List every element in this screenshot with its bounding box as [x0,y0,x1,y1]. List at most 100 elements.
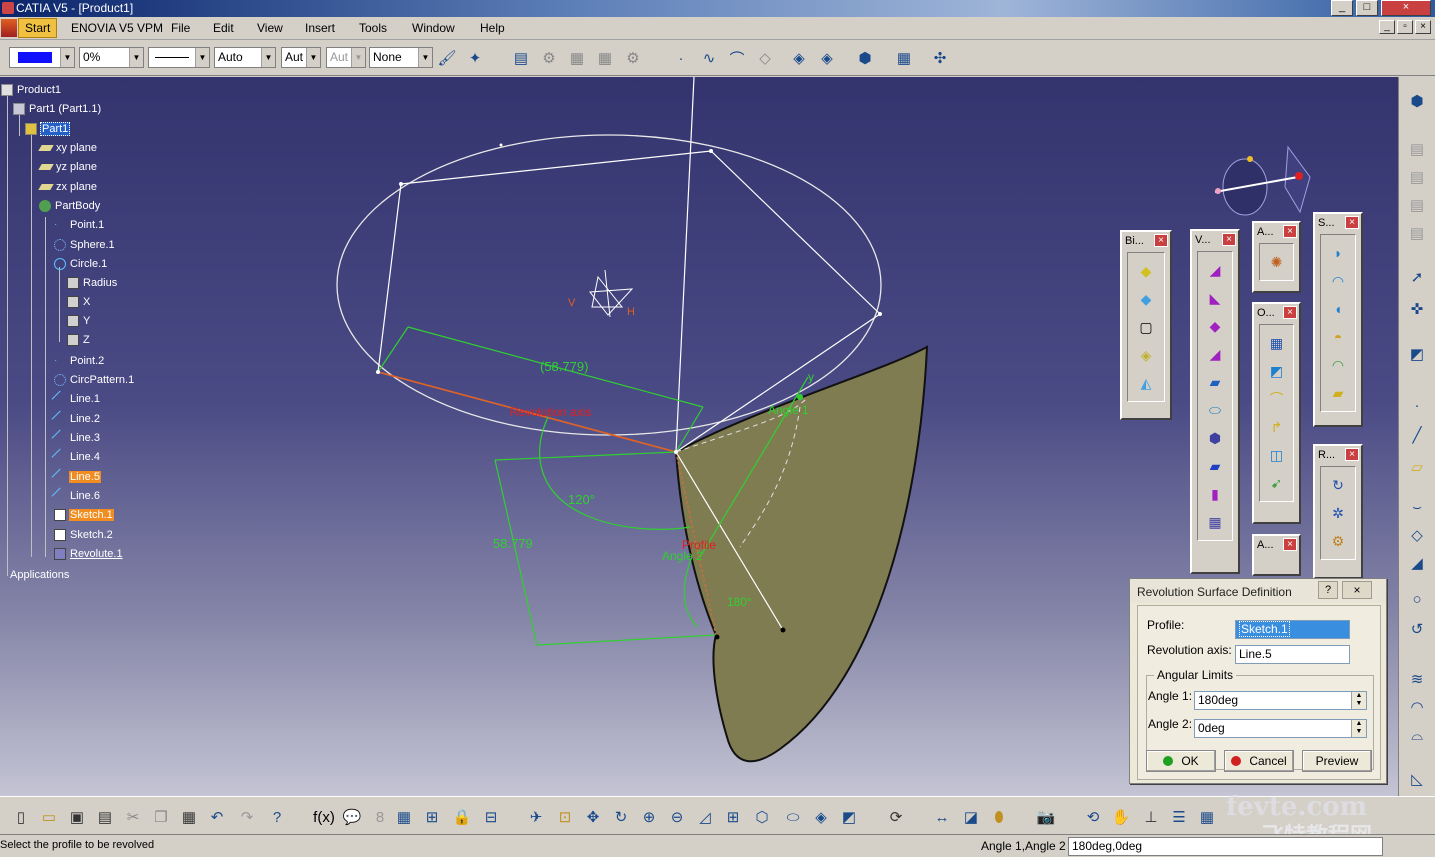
profile-field[interactable]: Sketch.1 [1235,620,1350,639]
compass-icon[interactable] [1214,145,1311,216]
rotate-icon[interactable]: ↻ [610,806,632,828]
floatbar-bi[interactable]: Bi... × ◆ ◆ ▢ ◈ ◭ [1120,230,1172,420]
spiral-icon[interactable]: ↺ [1405,617,1429,641]
swap-space-icon[interactable]: ◩ [838,806,860,828]
analysis-icon-2[interactable]: ◈ [816,47,838,69]
grid-icon[interactable]: ▦ [893,47,915,69]
volume-icon-7[interactable]: ⬢ [1203,425,1227,451]
graph-icon[interactable]: ⊞ [421,806,443,828]
menu-insert[interactable]: Insert [305,21,335,35]
lock-icon[interactable]: 🔒 [451,806,473,828]
duplicate-icon[interactable]: ⚙ [1326,528,1350,554]
point-2[interactable] [780,627,786,633]
knowledge-icon[interactable]: 8 [369,806,391,828]
surface-icon[interactable]: ◆ [1134,286,1158,312]
close-icon[interactable]: × [1345,216,1359,229]
sweep-icon[interactable]: ⌒ [726,47,748,69]
tree-xy-plane[interactable]: xy plane [38,142,98,154]
split-icon[interactable]: ◩ [1265,358,1289,384]
volume-icon-9[interactable]: ▮ [1203,481,1227,507]
floatbar-s[interactable]: S... × ◗ ◠ ◖ ◓ ◠ ▰ [1313,212,1363,427]
close-icon[interactable]: × [1283,306,1297,319]
menu-enovia[interactable]: ENOVIA V5 VPM [71,21,163,35]
box-icon[interactable]: ▢ [1134,314,1158,340]
volume-icon-4[interactable]: ◢ [1203,341,1227,367]
catalog-browser-icon[interactable]: ⊟ [480,806,502,828]
painter-icon[interactable]: 🖌 [436,47,458,69]
floatbar-v[interactable]: V... × ◢ ◣ ◆ ◢ ▰ ⬭ ⬢ ▰ ▮ ▦ [1190,229,1240,574]
volume-icon-2[interactable]: ◣ [1203,285,1227,311]
circle-tool-icon[interactable]: ○ [1405,587,1429,611]
redo-icon[interactable]: ↷ [236,806,258,828]
workbench-icon[interactable]: ⬢ [1405,89,1429,113]
eraser-icon[interactable]: ◇ [754,47,776,69]
cut-icon[interactable]: ✂ [122,806,144,828]
angle2-field[interactable]: 0deg ▲ ▼ [1194,719,1367,738]
print-icon[interactable]: ▤ [94,806,116,828]
layer-combo[interactable]: None ▼ [369,47,433,68]
floatbar-r[interactable]: R... × ↻ ✲ ⚙ [1313,444,1363,579]
offset-icon[interactable]: ▰ [1326,380,1350,406]
mdi-close-button[interactable]: × [1415,20,1431,34]
tree-circle-1[interactable]: Circle.1 [54,258,108,270]
tree-partbody[interactable]: PartBody [39,200,101,212]
spline-icon[interactable]: ∿ [698,47,720,69]
zoom-in-icon[interactable]: ⊕ [638,806,660,828]
close-icon[interactable]: × [1222,233,1236,246]
tool-icon-4[interactable]: ▤ [1405,221,1429,245]
angle-handle-point[interactable] [797,394,803,400]
tree-line-6[interactable]: Line.6 [51,487,101,505]
close-icon[interactable]: × [1283,225,1297,238]
tree-expand-icon[interactable]: ☰ [1168,806,1190,828]
close-icon[interactable]: × [1345,448,1359,461]
extrude-surface-icon[interactable]: ◗ [1326,240,1350,266]
tree-revolute-1[interactable]: Revolute.1 [54,548,124,560]
law-icon[interactable]: ◺ [1405,767,1429,791]
operations-icon[interactable]: ▦ [1265,330,1289,356]
extrapolate-icon[interactable]: ➹ [1265,470,1289,496]
profile-end-point[interactable] [714,634,720,640]
floatbar-a2[interactable]: A... × [1252,534,1301,576]
color-combo[interactable]: ▼ [9,47,75,68]
measure-between-icon[interactable]: ↔ [931,806,953,828]
repeat-icon[interactable]: ↻ [1326,472,1350,498]
axis-system-icon[interactable]: ⊥ [1140,806,1162,828]
render-style-combo[interactable]: Aut ▼ [326,47,366,68]
tree-z[interactable]: Z [67,334,91,346]
menu-tools[interactable]: Tools [359,21,387,35]
close-icon[interactable]: × [1154,234,1168,247]
wireframe-icon[interactable]: ◆ [1134,258,1158,284]
tree-sketch-1[interactable]: Sketch.1 [54,509,114,521]
hide-show-icon[interactable]: ◈ [810,806,832,828]
copy-icon[interactable]: ❐ [150,806,172,828]
tree-radius[interactable]: Radius [67,277,118,289]
cancel-button[interactable]: Cancel [1224,750,1294,772]
line-vertical[interactable] [675,77,695,453]
maximize-button[interactable]: □ [1356,0,1378,16]
dialog-close-button[interactable]: × [1342,581,1372,599]
save-icon[interactable]: ▣ [66,806,88,828]
line-thickness-combo[interactable]: ▼ [148,47,210,68]
pan-icon[interactable]: ✥ [582,806,604,828]
snap-point-icon[interactable]: ✜ [1405,297,1429,321]
point-icon[interactable]: · [670,47,692,69]
part-design-icon[interactable]: ⚙ [538,47,560,69]
linetype-combo[interactable]: Auto ▼ [214,47,276,68]
angle-1-handle-label[interactable]: Angle 1 [768,403,809,417]
comment-icon[interactable]: 💬 [341,806,363,828]
angle1-spinner[interactable]: ▲ ▼ [1351,692,1366,709]
iso-view-icon[interactable]: ⬡ [751,806,773,828]
helix-icon[interactable]: ≋ [1405,667,1429,691]
revolution-axis-field[interactable]: Line.5 [1235,645,1350,664]
surface-tool-icon[interactable]: ◠ [1405,695,1429,719]
tree-line-5[interactable]: Line.5 [51,468,101,486]
preview-button[interactable]: Preview [1302,750,1372,772]
tree-point-1[interactable]: · Point.1 [54,219,105,231]
shading-icon[interactable]: ⬭ [782,806,804,828]
analysis-icon[interactable]: ✺ [1265,249,1289,275]
close-icon[interactable]: × [1283,538,1297,551]
angle1-field[interactable]: 180deg ▲ ▼ [1194,691,1367,710]
tool-icon-1[interactable]: ▤ [1405,137,1429,161]
point-type-combo[interactable]: Aut ▼ [281,47,321,68]
tree-line-3[interactable]: Line.3 [51,429,101,447]
